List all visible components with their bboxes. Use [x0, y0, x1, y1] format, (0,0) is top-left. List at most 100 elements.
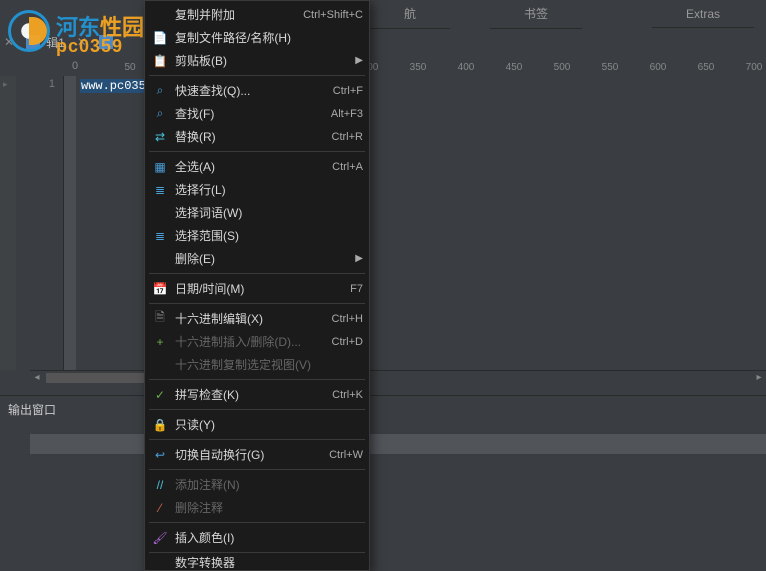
submenu-arrow-icon: ▶ — [355, 253, 363, 264]
menu-shortcut: Ctrl+D — [332, 336, 363, 348]
menu-item-17: + 十六进制插入/删除(D)... Ctrl+D — [145, 330, 369, 353]
scroll-left-icon[interactable]: ◂ — [30, 371, 44, 385]
menu-icon: 📋 — [151, 53, 169, 69]
ruler-number: 500 — [554, 62, 571, 73]
menu-label: 日期/时间(M) — [175, 280, 334, 297]
menu-icon: ⌕ — [151, 83, 169, 99]
bookmark-gutter[interactable]: ▸ — [0, 76, 16, 370]
horizontal-scrollbar[interactable]: ◂ ▸ — [30, 370, 766, 384]
scroll-right-icon[interactable]: ▸ — [752, 371, 766, 385]
menu-item-12[interactable]: 删除(E)▶ — [145, 247, 369, 270]
menu-item-16[interactable]: 🗎十六进制编辑(X)Ctrl+H — [145, 307, 369, 330]
menu-icon: 🖌 — [151, 530, 169, 546]
menu-label: 复制并附加 — [175, 6, 287, 23]
menu-item-1[interactable]: 📄复制文件路径/名称(H) — [145, 26, 369, 49]
tab-bar: ✕ 辑1 ✕ — [0, 28, 766, 56]
output-panel: 输出窗口 — [0, 395, 766, 543]
tab-1[interactable]: 辑1 — [18, 29, 73, 56]
menu-icon: // — [151, 477, 169, 493]
tab-new[interactable] — [91, 30, 121, 54]
menu-icon: ↩ — [151, 447, 169, 463]
menu-item-4[interactable]: ⌕ 快速查找(Q)... Ctrl+F — [145, 79, 369, 102]
menu-shortcut: Ctrl+A — [332, 161, 363, 173]
menu-shortcut: F7 — [350, 283, 363, 295]
menu-icon — [151, 7, 169, 23]
selected-text: www.pc0359 — [80, 79, 154, 93]
menu-separator — [149, 469, 365, 470]
menu-label: 选择词语(W) — [175, 204, 363, 221]
menu-shortcut: Ctrl+R — [332, 131, 363, 143]
menu-item-22[interactable]: 🔒 只读(Y) — [145, 413, 369, 436]
ruler-number: 350 — [410, 62, 427, 73]
menu-label: 数字转换器 — [175, 556, 363, 568]
menu-icon: ⌕ — [151, 106, 169, 122]
menu-separator — [149, 522, 365, 523]
ruler-zero: 0 — [72, 60, 78, 72]
menu-label: 拼写检查(K) — [175, 386, 316, 403]
menu-icon: 📅 — [151, 281, 169, 297]
menu-item-29[interactable]: 🖌 插入颜色(I) — [145, 526, 369, 549]
menu-separator — [149, 151, 365, 152]
menu-icon: ⇄ — [151, 129, 169, 145]
ruler-number: 400 — [458, 62, 475, 73]
output-title: 输出窗口 — [0, 396, 766, 423]
menu-item-20[interactable]: ✓拼写检查(K)Ctrl+K — [145, 383, 369, 406]
menu-item-11[interactable]: ≣选择范围(S) — [145, 224, 369, 247]
menu-item-0[interactable]: 复制并附加 Ctrl+Shift+C — [145, 3, 369, 26]
menu-item-14[interactable]: 📅 日期/时间(M) F7 — [145, 277, 369, 300]
menu-shortcut: Ctrl+K — [332, 389, 363, 401]
menu-icon: ≣ — [151, 182, 169, 198]
menu-separator — [149, 409, 365, 410]
menu-item-2[interactable]: 📋剪贴板(B)▶ — [145, 49, 369, 72]
nav-bookmarks[interactable]: 书签 — [490, 0, 582, 29]
menu-label: 十六进制编辑(X) — [175, 310, 316, 327]
menu-label: 复制文件路径/名称(H) — [175, 29, 363, 46]
menu-icon — [151, 251, 169, 267]
menu-separator — [149, 439, 365, 440]
ruler-number: 600 — [650, 62, 667, 73]
menu-separator — [149, 75, 365, 76]
menu-item-18: 十六进制复制选定视图(V) — [145, 353, 369, 376]
menu-icon — [151, 357, 169, 373]
menu-label: 快速查找(Q)... — [175, 82, 317, 99]
menu-label: 删除注释 — [175, 499, 363, 516]
menu-item-8[interactable]: ▦全选(A)Ctrl+A — [145, 155, 369, 178]
menu-icon — [151, 205, 169, 221]
menu-item-5[interactable]: ⌕ 查找(F) Alt+F3 — [145, 102, 369, 125]
menu-label: 添加注释(N) — [175, 476, 363, 493]
menu-icon: 🔒 — [151, 417, 169, 433]
nav-extras[interactable]: Extras — [652, 1, 754, 28]
menu-item-26: // 添加注释(N) — [145, 473, 369, 496]
menu-label: 全选(A) — [175, 158, 316, 175]
menu-item-27: ⁄删除注释 — [145, 496, 369, 519]
menu-shortcut: Ctrl+Shift+C — [303, 9, 363, 21]
menu-icon: 🗎 — [151, 311, 169, 327]
menu-item-9[interactable]: ≣选择行(L) — [145, 178, 369, 201]
menu-icon: + — [151, 334, 169, 350]
menu-icon: ≣ — [151, 228, 169, 244]
line-number: 1 — [16, 78, 55, 90]
menu-label: 查找(F) — [175, 105, 315, 122]
menu-shortcut: Alt+F3 — [331, 108, 363, 120]
menu-icon — [151, 556, 169, 568]
menu-label: 只读(Y) — [175, 416, 363, 433]
menu-item-24[interactable]: ↩切换自动换行(G)Ctrl+W — [145, 443, 369, 466]
close-icon[interactable]: ✕ — [73, 35, 91, 49]
menu-label: 替换(R) — [175, 128, 316, 145]
ruler-number: 50 — [124, 62, 135, 73]
ruler-number: 450 — [506, 62, 523, 73]
output-body[interactable] — [30, 434, 766, 454]
ruler-number: 550 — [602, 62, 619, 73]
menu-separator — [149, 379, 365, 380]
close-icon[interactable]: ✕ — [0, 35, 18, 49]
menu-item-6[interactable]: ⇄ 替换(R) Ctrl+R — [145, 125, 369, 148]
menu-label: 插入颜色(I) — [175, 529, 363, 546]
menu-item-10[interactable]: 选择词语(W) — [145, 201, 369, 224]
code-editor[interactable]: ▸ 1 www.pc0359· — [0, 76, 766, 370]
menu-item-31[interactable]: 数字转换器 — [145, 556, 369, 568]
nav-navigation[interactable]: 航 — [370, 0, 450, 29]
menu-shortcut: Ctrl+F — [333, 85, 363, 97]
tab-label: 辑1 — [46, 34, 65, 51]
menu-label: 十六进制插入/删除(D)... — [175, 333, 316, 350]
menu-shortcut: Ctrl+W — [329, 449, 363, 461]
